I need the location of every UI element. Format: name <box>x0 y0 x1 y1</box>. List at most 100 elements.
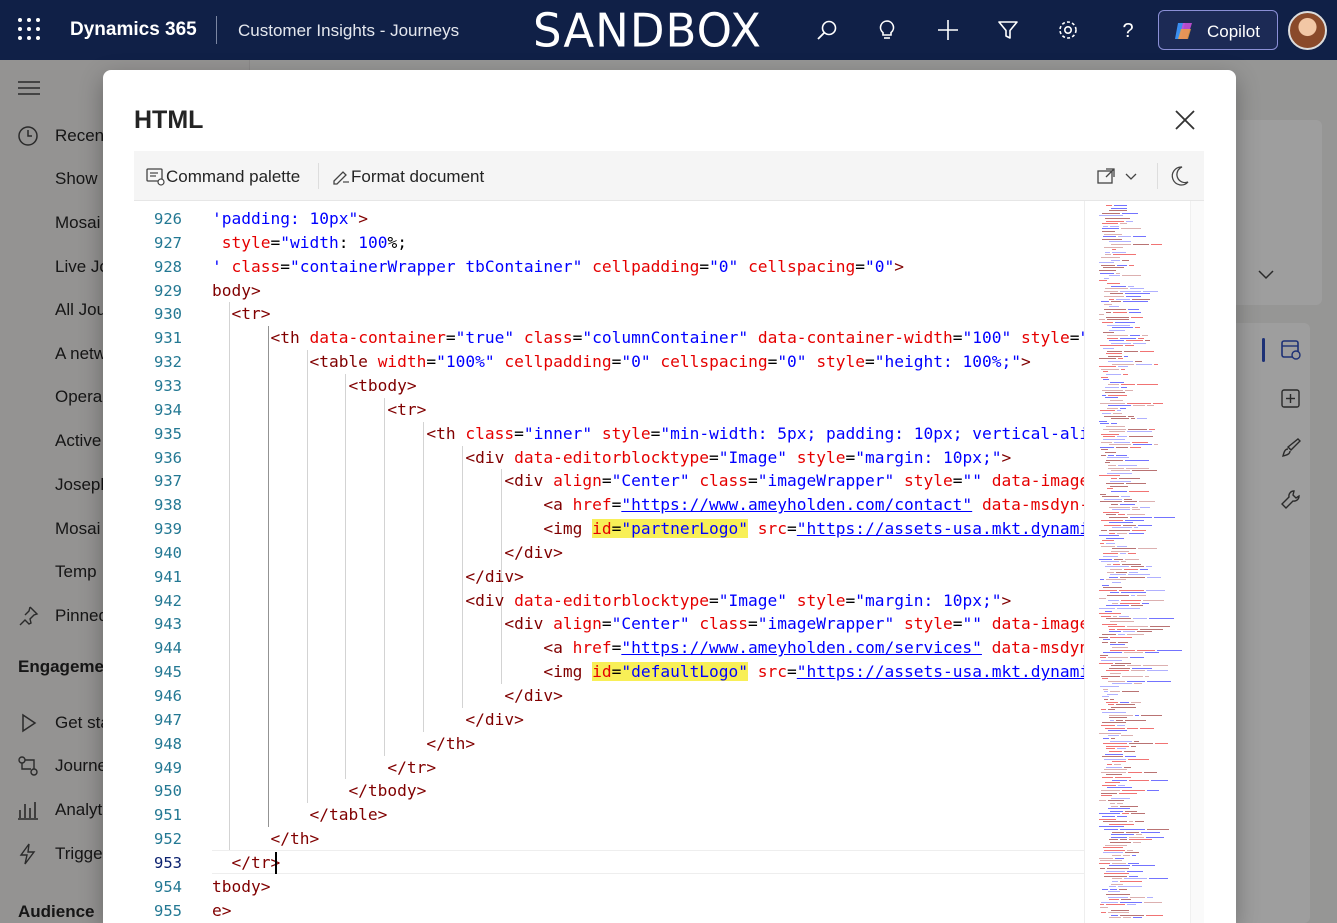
avatar[interactable] <box>1288 11 1327 50</box>
minimap-line <box>1141 831 1160 833</box>
minimap-line <box>1102 540 1114 542</box>
code-token: "https://assets-usa.mkt.dynamic <box>796 662 1085 682</box>
minimap-line <box>1124 498 1132 500</box>
minimap-line <box>1109 522 1133 524</box>
minimap-line <box>1099 535 1119 537</box>
minimap-line <box>1125 389 1133 391</box>
code-line: <div data-editorblocktype="Image" style=… <box>212 446 1011 470</box>
code-editor[interactable]: 926 927 928 929 930 931 932 933 934 935 936 937 938 9… <box>134 201 1204 923</box>
code-line: </th> <box>212 732 475 756</box>
minimap-line <box>1116 704 1135 706</box>
code-token: "defaultLogo" <box>621 662 749 682</box>
minimap-line <box>1111 301 1121 303</box>
minimap-line <box>1102 496 1119 498</box>
minimap-line <box>1107 407 1118 409</box>
minimap-line <box>1111 491 1127 492</box>
minimap-line <box>1106 745 1129 747</box>
minimap-line <box>1133 405 1145 407</box>
command-palette-button[interactable]: Command palette <box>146 165 321 189</box>
minimap-line <box>1099 857 1113 859</box>
minimap-line <box>1106 774 1122 776</box>
minimap-line <box>1106 543 1115 544</box>
code-token: data-container <box>309 328 446 348</box>
code-token: <div <box>212 614 554 634</box>
code-token: 100 <box>358 232 388 252</box>
minimap-line <box>1120 337 1136 339</box>
close-icon[interactable] <box>1172 107 1198 133</box>
minimap-line <box>1104 875 1127 877</box>
gear-icon[interactable] <box>1056 18 1080 42</box>
minimap-line <box>1146 589 1165 591</box>
minimap-line <box>1112 249 1116 251</box>
minimap-line <box>1129 779 1149 781</box>
code-token: = <box>787 662 797 682</box>
minimap-line <box>1102 623 1117 625</box>
minimap-line <box>1112 881 1118 882</box>
minimap-line <box>1118 465 1137 466</box>
minimap-line <box>1129 743 1153 745</box>
code-token: </tr> <box>212 757 437 777</box>
minimap-line <box>1105 782 1120 784</box>
vertical-scrollbar[interactable] <box>1190 201 1204 923</box>
brand-name[interactable]: Dynamics 365 <box>70 19 197 41</box>
app-name[interactable]: Customer Insights - Journeys <box>238 21 459 41</box>
popout-dropdown-icon[interactable] <box>1096 165 1138 187</box>
minimap-line <box>1099 862 1110 864</box>
line-number: 930 <box>154 305 182 324</box>
code-minimap[interactable] <box>1084 201 1190 923</box>
minimap-line <box>1110 592 1119 594</box>
minimap-line <box>1102 584 1109 586</box>
add-icon[interactable] <box>936 18 960 42</box>
search-icon[interactable] <box>815 18 839 42</box>
minimap-line <box>1151 779 1168 781</box>
minimap-line <box>1111 244 1131 245</box>
copilot-button[interactable]: Copilot <box>1158 10 1278 50</box>
minimap-line <box>1101 449 1108 451</box>
minimap-line <box>1111 706 1136 708</box>
minimap-line <box>1127 904 1136 906</box>
line-number: 940 <box>154 543 182 562</box>
minimap-line <box>1111 797 1130 799</box>
minimap-line <box>1143 665 1168 667</box>
line-number: 947 <box>154 710 182 729</box>
line-number: 933 <box>154 376 182 395</box>
minimap-line <box>1131 745 1136 747</box>
minimap-line <box>1117 816 1127 817</box>
code-token: style <box>796 590 846 610</box>
app-launcher-icon[interactable] <box>18 18 42 42</box>
lightbulb-icon[interactable] <box>875 18 899 42</box>
minimap-line <box>1106 205 1112 206</box>
code-token: "" <box>962 471 982 491</box>
minimap-line <box>1127 514 1145 516</box>
minimap-line <box>1105 397 1118 399</box>
filter-icon[interactable] <box>996 18 1020 42</box>
toolbar-divider <box>318 163 319 189</box>
minimap-line <box>1099 280 1107 282</box>
line-number: 954 <box>154 877 182 896</box>
minimap-line <box>1118 358 1123 360</box>
minimap-line <box>1122 275 1141 277</box>
dark-mode-icon[interactable] <box>1170 165 1190 187</box>
minimap-line <box>1118 236 1131 238</box>
code-token: = <box>611 519 622 539</box>
code-text-area[interactable]: 'padding: 10px"> style="width: 100%; ' cl… <box>212 201 1085 923</box>
minimap-line <box>1107 324 1130 326</box>
code-token: style <box>904 471 953 491</box>
code-line: <div data-editorblocktype="Image" style=… <box>212 589 1011 613</box>
minimap-line <box>1110 888 1117 890</box>
minimap-line <box>1131 316 1143 318</box>
minimap-line <box>1101 441 1112 443</box>
minimap-line <box>1112 509 1130 511</box>
format-document-button[interactable]: Format document <box>331 165 496 189</box>
minimap-line <box>1128 415 1134 417</box>
minimap-line <box>1105 452 1116 453</box>
code-line: e> <box>212 899 232 923</box>
minimap-line <box>1102 212 1120 214</box>
minimap-line <box>1129 532 1144 534</box>
minimap-line <box>1103 821 1127 823</box>
minimap-line <box>1117 436 1127 438</box>
minimap-line <box>1113 311 1127 313</box>
code-token: = <box>748 614 758 634</box>
minimap-line <box>1103 267 1124 269</box>
help-icon[interactable]: ? <box>1116 18 1140 42</box>
